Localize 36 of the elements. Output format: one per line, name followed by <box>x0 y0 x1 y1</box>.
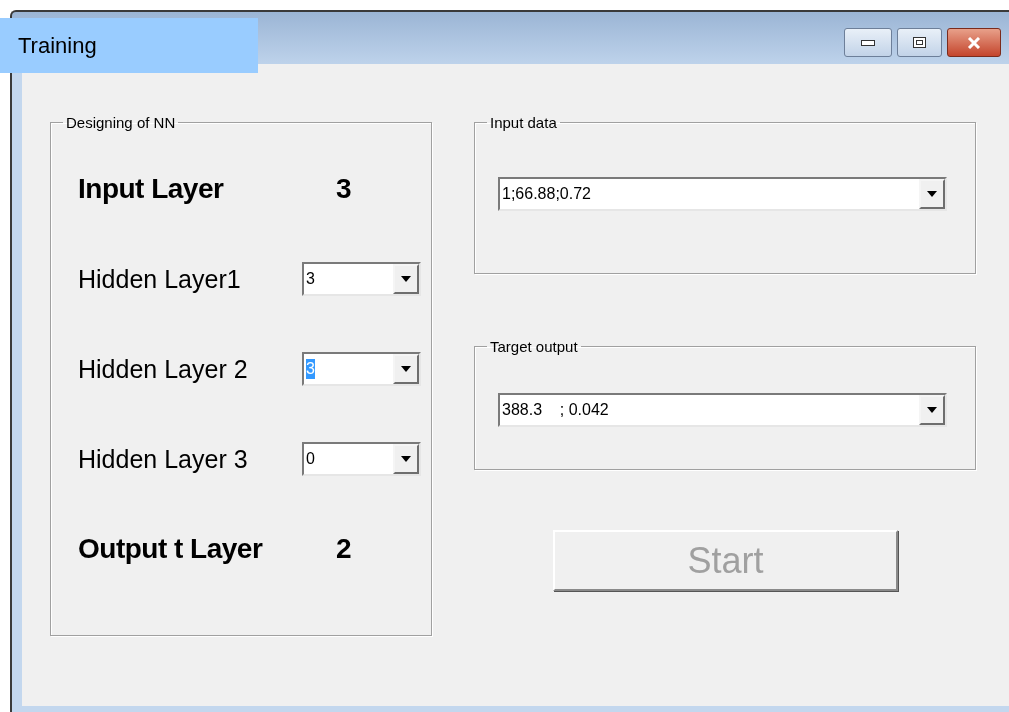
dropdown-button[interactable] <box>919 179 945 209</box>
caret-icon <box>401 366 411 372</box>
layer-label: Output t Layer <box>78 533 264 565</box>
group-label: Designing of NN <box>65 114 177 131</box>
layer-label: Hidden Layer1 <box>78 264 242 294</box>
group-label: Target output <box>489 338 579 355</box>
layer-label: Hidden Layer 2 <box>78 354 249 384</box>
layer-label: Input Layer <box>78 173 225 205</box>
layer-count: 3 <box>335 173 353 205</box>
window-title: Training <box>0 18 258 73</box>
dropdown-button[interactable] <box>393 354 419 384</box>
restore-icon <box>913 37 926 48</box>
field-value: 3 <box>306 269 315 289</box>
caret-icon <box>927 407 937 413</box>
close-button[interactable] <box>947 28 1001 57</box>
caret-icon <box>927 191 937 197</box>
dropdown-button[interactable] <box>393 444 419 474</box>
dropdown-field[interactable]: 388.3 ; 0.042 <box>498 393 947 427</box>
caret-icon <box>401 276 411 282</box>
close-icon <box>967 36 981 49</box>
caret-icon <box>401 456 411 462</box>
layer-count: 2 <box>335 533 353 565</box>
dropdown-field[interactable]: 1;66.88;0.72 <box>498 177 947 211</box>
group-label: Input data <box>489 114 558 131</box>
field-value: 388.3 ; 0.042 <box>502 400 609 420</box>
minimize-icon <box>861 39 875 46</box>
field-value: 3 <box>306 359 315 379</box>
layer-label: Hidden Layer 3 <box>78 444 249 474</box>
minimize-button[interactable] <box>844 28 892 57</box>
dropdown-field[interactable]: 0 <box>302 442 421 476</box>
field-value: 0 <box>306 449 315 469</box>
field-value: 1;66.88;0.72 <box>502 184 591 204</box>
dropdown-button[interactable] <box>393 264 419 294</box>
dropdown-button[interactable] <box>919 395 945 425</box>
dropdown-field[interactable]: 3 <box>302 262 421 296</box>
maximize-button[interactable] <box>897 28 942 57</box>
